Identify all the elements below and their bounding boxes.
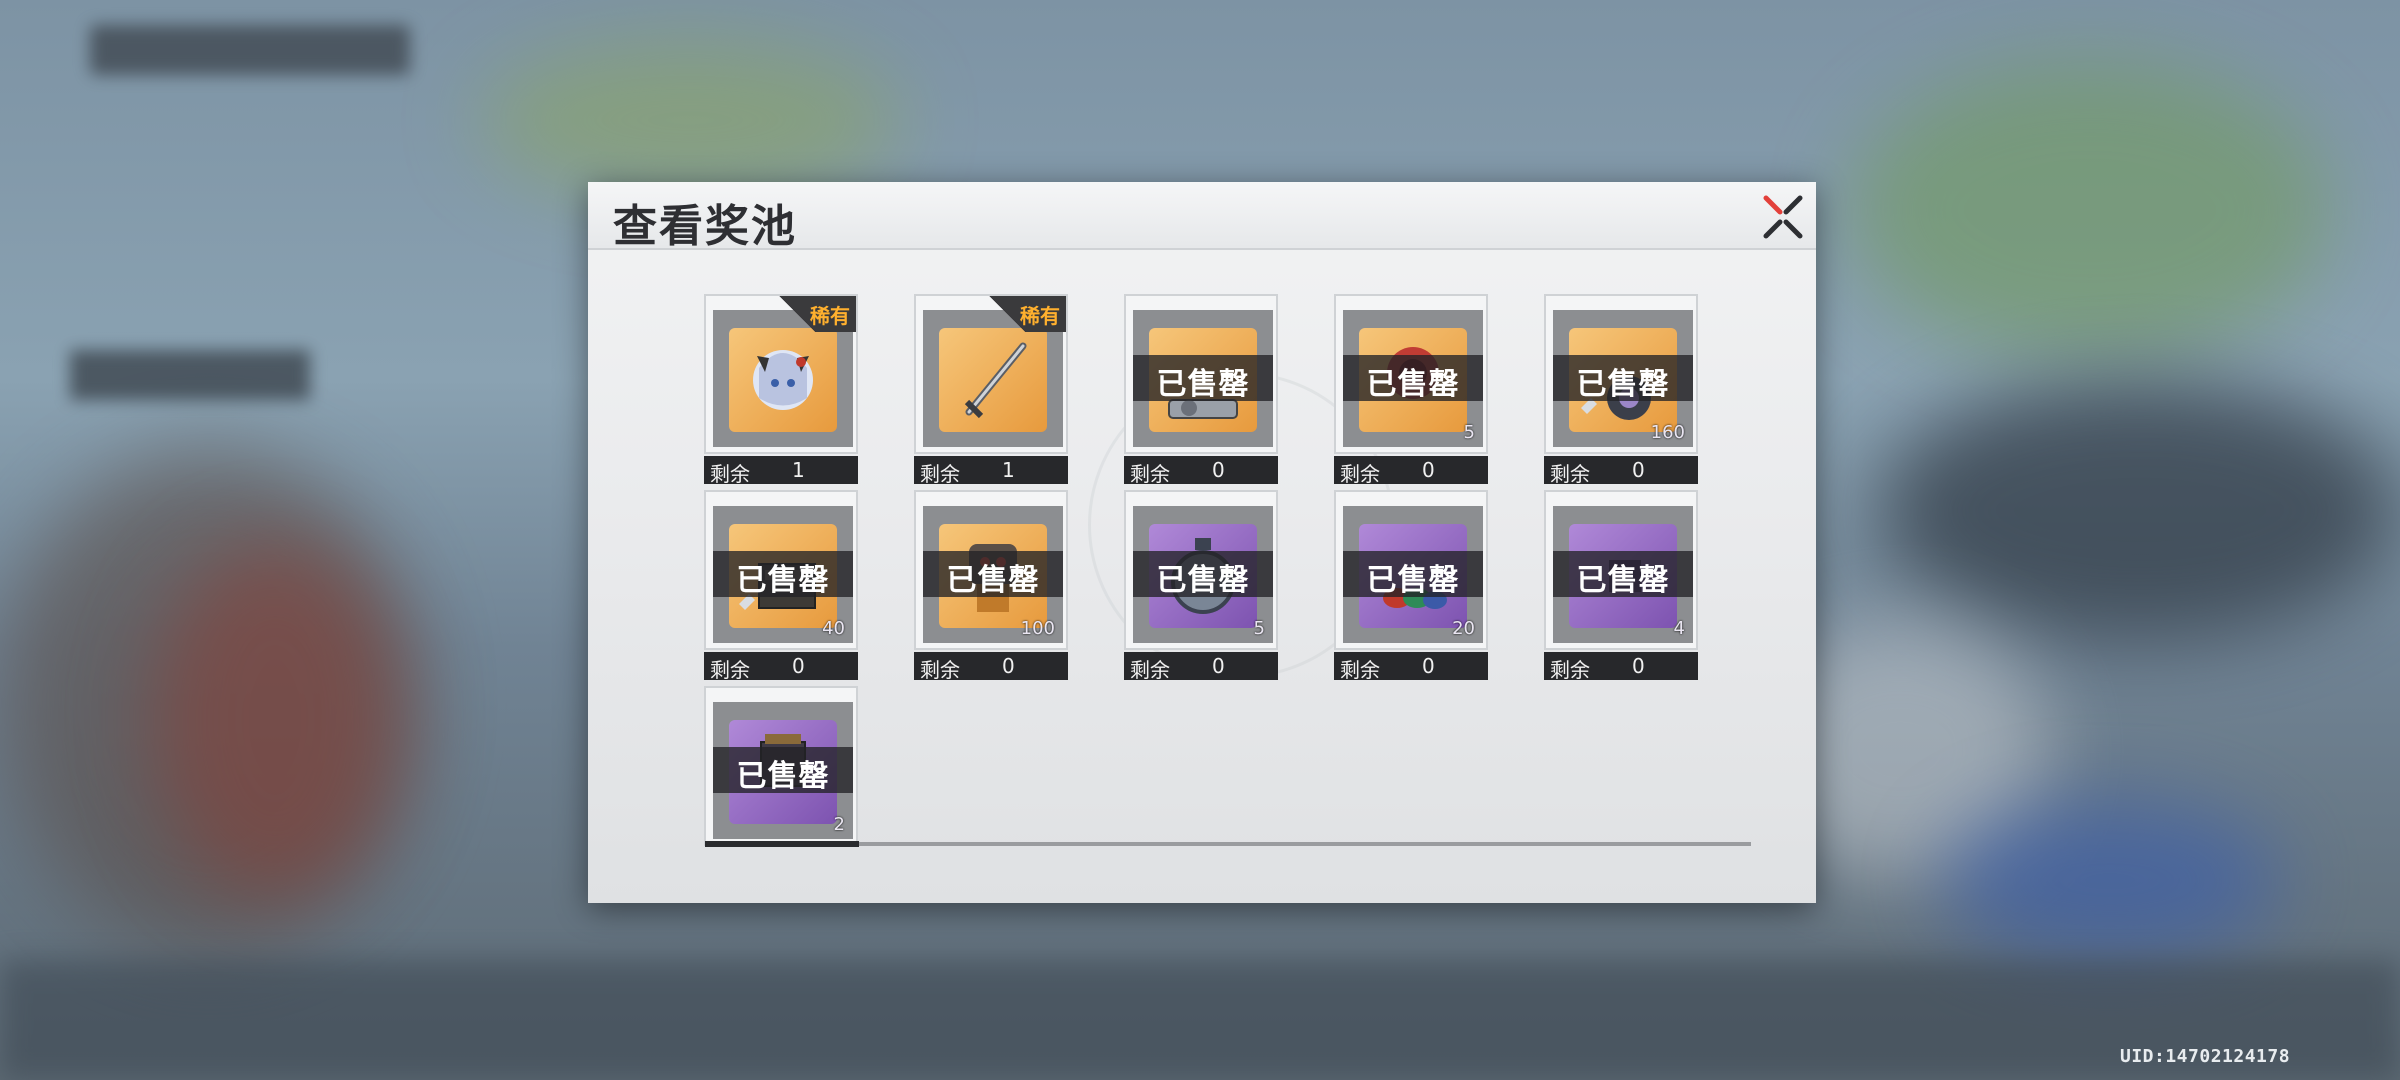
remaining-label: 剩余 — [1550, 462, 1590, 486]
remaining-count-bar: 剩余 0 — [1334, 652, 1488, 682]
sold-out-label: 已售罄 — [736, 563, 830, 598]
sold-out-label: 已售罄 — [1156, 563, 1250, 598]
prize-item-gold-material-3[interactable]: 160 已售罄剩余 0 — [1544, 294, 1698, 486]
uid-label: UID:14702124178 — [2120, 1046, 2291, 1067]
remaining-count-bar: 剩余 1 — [914, 456, 1068, 486]
prize-item-character-fragment[interactable]: 稀有剩余 1 — [704, 294, 858, 486]
item-frame: 100 已售罄 — [914, 490, 1068, 650]
remaining-value: 0 — [1212, 458, 1225, 482]
sold-out-label: 已售罄 — [736, 759, 830, 794]
item-frame: 160 已售罄 — [1544, 294, 1698, 454]
remaining-value: 1 — [1002, 458, 1015, 482]
prize-item-purple-material-3[interactable]: 4 已售罄剩余 0 — [1544, 490, 1698, 682]
close-icon — [1763, 195, 1803, 239]
remaining-count-bar: 剩余 0 — [1124, 456, 1278, 486]
item-frame: 稀有 — [704, 294, 858, 454]
item-frame: 4 已售罄 — [1544, 490, 1698, 650]
item-frame: 2 已售罄 — [704, 686, 858, 846]
sword-icon — [939, 328, 1047, 432]
remaining-value: 0 — [1632, 458, 1645, 482]
prize-item-purple-material-1[interactable]: 5 已售罄剩余 0 — [1124, 490, 1278, 682]
remaining-label: 剩余 — [1340, 658, 1380, 682]
item-quantity: 2 — [833, 814, 845, 835]
rare-label: 稀有 — [810, 304, 850, 328]
remaining-value: 0 — [1212, 654, 1225, 678]
remaining-count-bar: 剩余 1 — [704, 456, 858, 486]
dialog-header: 查看奖池 — [588, 182, 1816, 252]
remaining-count-bar: 剩余 0 — [1124, 652, 1278, 682]
item-frame: 20 已售罄 — [1334, 490, 1488, 650]
item-slot: 40 已售罄 — [713, 506, 853, 643]
dialog-title: 查看奖池 — [613, 201, 797, 252]
sold-out-label: 已售罄 — [1366, 367, 1460, 402]
item-quantity: 100 — [1020, 618, 1055, 639]
remaining-value: 0 — [1422, 654, 1435, 678]
prize-item-gold-material-5[interactable]: 100 已售罄剩余 0 — [914, 490, 1068, 682]
item-slot: 160 已售罄 — [1553, 310, 1693, 447]
remaining-count-bar: 剩余 0 — [1544, 652, 1698, 682]
remaining-count-bar: 剩余 0 — [1334, 456, 1488, 486]
prize-item-gold-material-2[interactable]: 5 已售罄剩余 0 — [1334, 294, 1488, 486]
item-slot: 20 已售罄 — [1343, 506, 1483, 643]
close-button[interactable] — [1758, 192, 1808, 242]
character-portrait-icon — [729, 328, 837, 432]
item-slot: 100 已售罄 — [923, 506, 1063, 643]
prize-item-gold-material-4[interactable]: 40 已售罄剩余 0 — [704, 490, 858, 682]
prize-pool-dialog: 查看奖池 稀有 剩余 1 稀有 剩余 1 已售罄 剩余 0 5 已售罄 剩余 0 160 已售罄 剩余 0 40 已… — [588, 182, 1816, 903]
item-frame: 5 已售罄 — [1334, 294, 1488, 454]
item-frame: 40 已售罄 — [704, 490, 858, 650]
remaining-label: 剩余 — [710, 658, 750, 682]
prize-item-purple-material-2[interactable]: 20 已售罄剩余 0 — [1334, 490, 1488, 682]
item-quantity: 20 — [1452, 618, 1475, 639]
remaining-label: 剩余 — [1550, 658, 1590, 682]
prize-item-gold-material-1[interactable]: 已售罄剩余 0 — [1124, 294, 1278, 486]
item-slot: 2 已售罄 — [713, 702, 853, 839]
item-frame: 已售罄 — [1124, 294, 1278, 454]
remaining-count-bar: 剩余 0 — [704, 652, 858, 682]
item-slot: 5 已售罄 — [1133, 506, 1273, 643]
remaining-count-bar: 剩余 0 — [1544, 456, 1698, 486]
item-slot: 已售罄 — [1133, 310, 1273, 447]
remaining-count-bar: 剩余 0 — [914, 652, 1068, 682]
remaining-value: 1 — [792, 458, 805, 482]
item-slot: 5 已售罄 — [1343, 310, 1483, 447]
prize-item-weapon-sword[interactable]: 稀有剩余 1 — [914, 294, 1068, 486]
item-quantity: 160 — [1650, 422, 1685, 443]
remaining-label: 剩余 — [920, 658, 960, 682]
item-quantity: 5 — [1463, 422, 1475, 443]
prize-item-purple-material-4[interactable]: 2 已售罄 — [704, 686, 858, 876]
sold-out-label: 已售罄 — [1576, 563, 1670, 598]
sold-out-label: 已售罄 — [1576, 367, 1670, 402]
remaining-label: 剩余 — [920, 462, 960, 486]
remaining-label: 剩余 — [1130, 658, 1170, 682]
remaining-value: 0 — [1422, 458, 1435, 482]
sold-out-label: 已售罄 — [1156, 367, 1250, 402]
item-quantity: 4 — [1673, 618, 1685, 639]
horizontal-scrollbar[interactable] — [705, 841, 1751, 847]
remaining-label: 剩余 — [710, 462, 750, 486]
remaining-value: 0 — [792, 654, 805, 678]
scrollbar-thumb[interactable] — [705, 841, 859, 847]
sold-out-label: 已售罄 — [1366, 563, 1460, 598]
item-quantity: 5 — [1253, 618, 1265, 639]
item-frame: 5 已售罄 — [1124, 490, 1278, 650]
remaining-label: 剩余 — [1130, 462, 1170, 486]
item-frame: 稀有 — [914, 294, 1068, 454]
remaining-value: 0 — [1632, 654, 1645, 678]
item-slot: 4 已售罄 — [1553, 506, 1693, 643]
remaining-value: 0 — [1002, 654, 1015, 678]
rare-label: 稀有 — [1020, 304, 1060, 328]
item-quantity: 40 — [822, 618, 845, 639]
remaining-label: 剩余 — [1340, 462, 1380, 486]
sold-out-label: 已售罄 — [946, 563, 1040, 598]
